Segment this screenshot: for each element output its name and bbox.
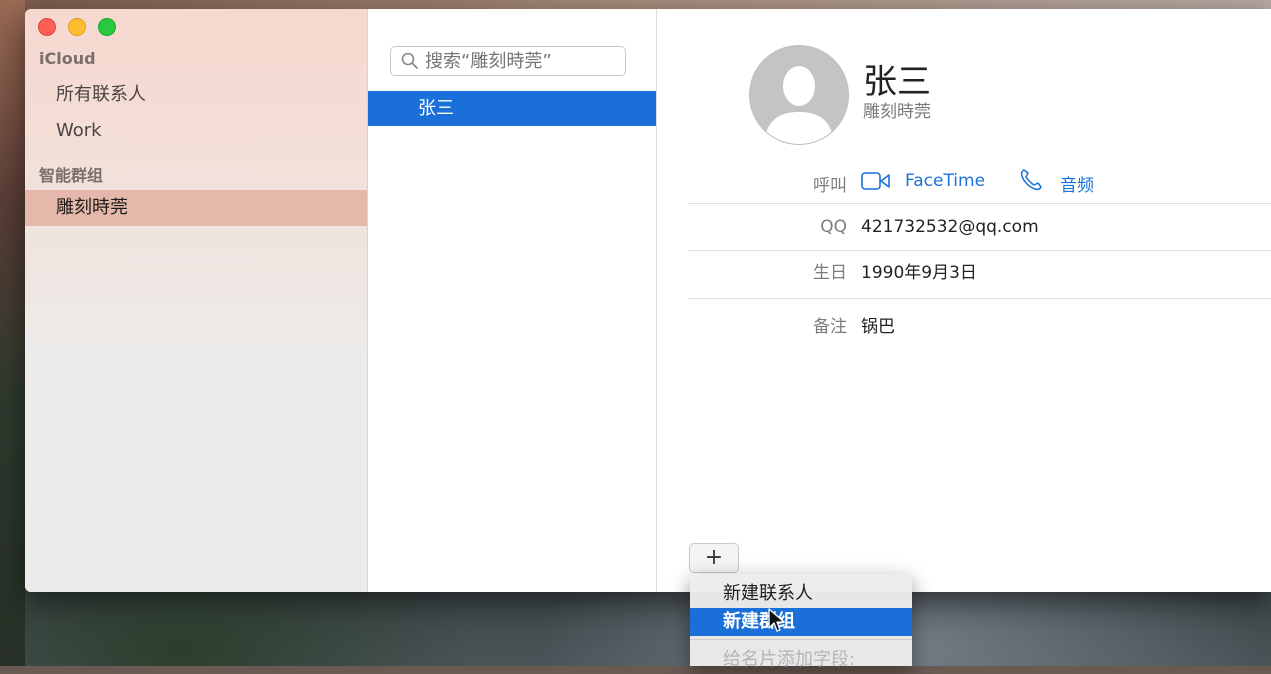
search-icon [401, 52, 418, 69]
contact-list-item[interactable]: 张三 [368, 91, 656, 126]
field-value-birthday: 1990年9月3日 [861, 263, 977, 283]
divider [688, 298, 1271, 299]
sidebar-header-icloud: iCloud [39, 49, 96, 68]
menu-item-new-group[interactable]: 新建群组 [690, 608, 912, 636]
add-button[interactable]: + [689, 543, 739, 573]
contact-name: 张三 [418, 98, 454, 119]
avatar[interactable] [749, 45, 849, 145]
sidebar-item-label: 雕刻時莞 [56, 197, 128, 218]
sidebar-item-label: 所有联系人 [56, 84, 146, 105]
window-controls [38, 18, 116, 36]
field-value-qq[interactable]: 421732532@qq.com [861, 217, 1039, 237]
phone-icon[interactable] [1018, 167, 1044, 193]
call-label: 呼叫 [813, 176, 847, 196]
search-field[interactable] [390, 46, 626, 76]
menu-item-new-contact[interactable]: 新建联系人 [690, 580, 912, 608]
divider [688, 203, 1271, 204]
field-label-qq: QQ [820, 217, 847, 237]
contact-company: 雕刻時莞 [863, 102, 931, 122]
contact-list-pane: 张三 [368, 9, 657, 592]
add-popup-menu: 新建联系人 新建群组 给名片添加字段: [690, 574, 912, 670]
sidebar-item-work[interactable]: Work [25, 113, 367, 149]
field-label-birthday: 生日 [813, 263, 847, 283]
menu-separator [690, 639, 912, 640]
field-label-note: 备注 [813, 317, 847, 337]
minimize-button[interactable] [68, 18, 86, 36]
contact-detail-pane: 张三 雕刻時莞 呼叫 FaceTime 音频 QQ 421732532@qq.c… [657, 9, 1271, 592]
sidebar-item-label: Work [56, 120, 102, 141]
facetime-video-icon[interactable] [861, 171, 891, 191]
sidebar-item-smart-group[interactable]: 雕刻時莞 [25, 190, 367, 226]
search-input[interactable] [425, 50, 615, 72]
sidebar: iCloud 所有联系人 Work 智能群组 雕刻時莞 [25, 9, 368, 592]
sidebar-item-all-contacts[interactable]: 所有联系人 [25, 77, 367, 113]
zoom-button[interactable] [98, 18, 116, 36]
close-button[interactable] [38, 18, 56, 36]
mouse-pointer-icon [768, 608, 785, 632]
person-silhouette-icon [750, 46, 848, 144]
contact-name-heading: 张三 [863, 62, 931, 102]
desktop-wallpaper-top [0, 0, 1271, 9]
facetime-link[interactable]: FaceTime [905, 171, 985, 191]
menu-item-add-field: 给名片添加字段: [723, 649, 856, 670]
divider [688, 250, 1271, 251]
sidebar-header-smart-groups: 智能群组 [39, 166, 104, 185]
audio-call-link[interactable]: 音频 [1060, 171, 1094, 196]
contacts-window: iCloud 所有联系人 Work 智能群组 雕刻時莞 张三 [25, 9, 1271, 592]
desktop-wallpaper-left [0, 0, 25, 666]
field-value-note[interactable]: 锅巴 [861, 312, 895, 337]
